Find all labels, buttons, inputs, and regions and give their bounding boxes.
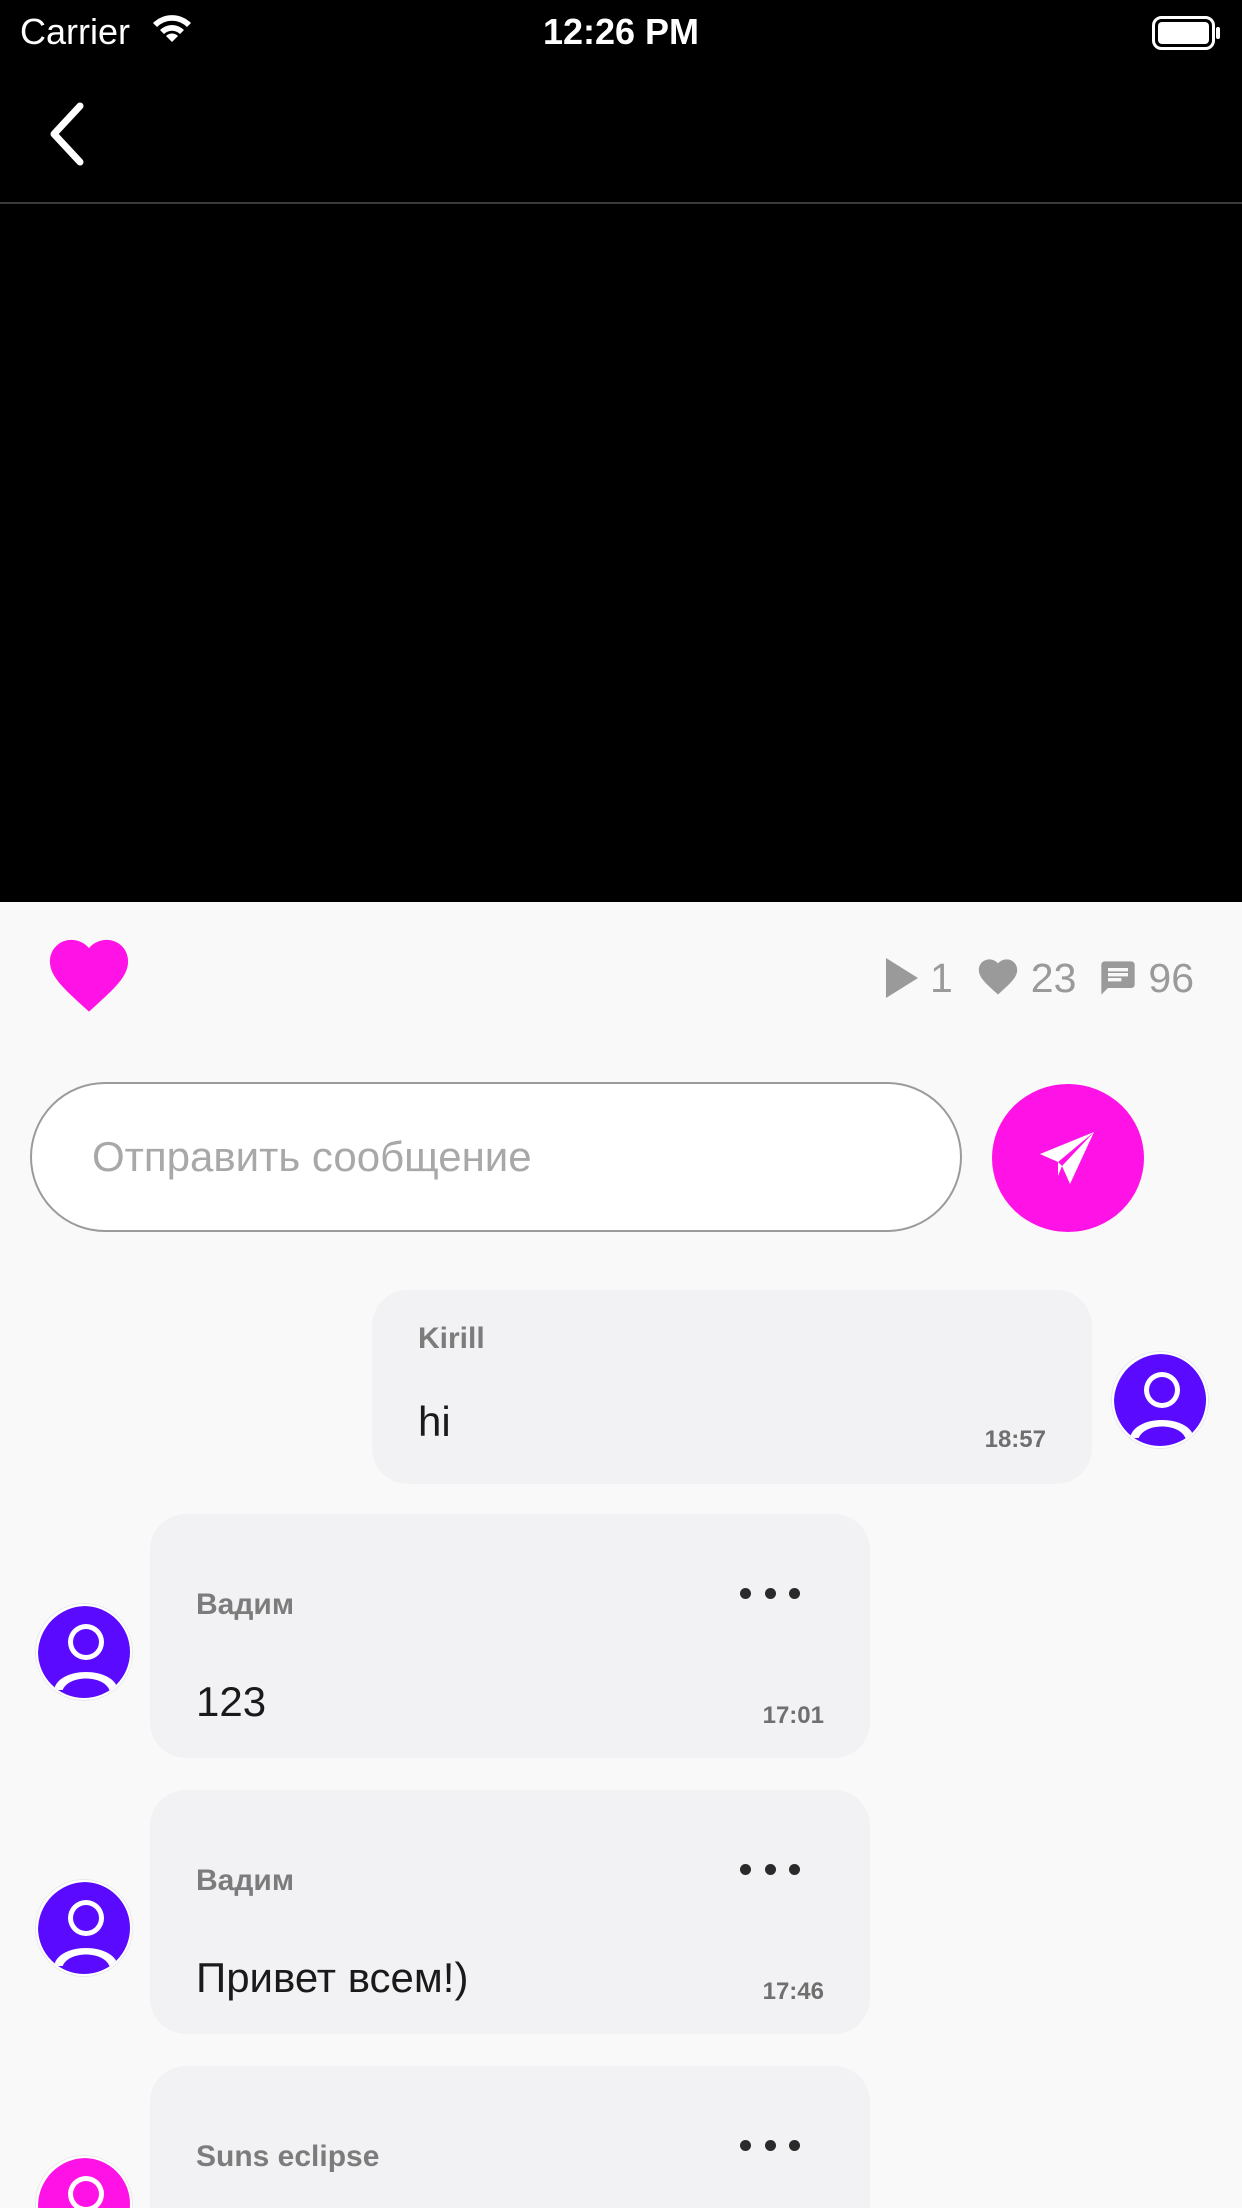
message-time: 17:46	[762, 1978, 824, 2005]
message-text: Привет всем!)	[196, 1954, 469, 2001]
send-button[interactable]	[992, 1084, 1144, 1232]
message-author: Вадим	[196, 1864, 295, 1897]
status-time: 12:26 PM	[542, 11, 700, 52]
message-composer	[30, 1082, 962, 1232]
message-bubble: Вадим Привет всем!) 17:46	[150, 1790, 870, 2034]
ellipsis-icon	[740, 2139, 751, 2151]
message-item: Kirill hi 18:57	[0, 1290, 1242, 1486]
avatar[interactable]	[36, 1880, 132, 1976]
message-text: hi	[418, 1398, 451, 1445]
video-stats: 1 23 96	[884, 950, 1194, 1006]
ellipsis-icon	[740, 1587, 751, 1599]
comments-count: 96	[1148, 954, 1194, 1001]
video-player[interactable]	[0, 204, 1242, 902]
heart-icon	[49, 939, 129, 1012]
plays-stat: 1	[884, 955, 953, 1002]
message-input[interactable]	[92, 1133, 912, 1181]
message-item: Вадим Привет всем!) 17:46	[0, 1790, 1242, 2036]
app-screen: Carrier 12:26 PM 1 23 96 Отправить сообщ…	[0, 0, 1242, 2208]
user-icon	[38, 1606, 130, 1698]
play-icon	[885, 958, 918, 998]
user-icon	[1114, 1354, 1206, 1446]
message-bubble: Вадим 123 17:01	[150, 1514, 870, 1758]
message-author: Kirill	[418, 1322, 485, 1355]
message-bubble: Suns eclipse	[150, 2066, 870, 2208]
back-button[interactable]	[36, 96, 96, 172]
avatar[interactable]	[36, 1604, 132, 1700]
message-bubble: Kirill hi 18:57	[372, 1290, 1092, 1484]
more-options-button[interactable]	[740, 1854, 800, 1884]
more-options-button[interactable]	[740, 1578, 800, 1608]
user-icon	[38, 1882, 130, 1974]
message-item: Вадим 123 17:01	[0, 1514, 1242, 1760]
chevron-left-icon	[50, 102, 84, 166]
avatar[interactable]	[36, 2156, 132, 2208]
likes-stat: 23	[975, 954, 1077, 1002]
avatar[interactable]	[1112, 1352, 1208, 1448]
message-time: 18:57	[984, 1426, 1046, 1453]
more-options-button[interactable]	[740, 2130, 800, 2160]
message-author: Suns eclipse	[196, 2140, 380, 2173]
like-button[interactable]	[42, 936, 136, 1020]
message-item: Suns eclipse	[0, 2066, 1242, 2208]
likes-count: 23	[1030, 954, 1077, 1001]
plays-count: 1	[929, 954, 953, 1001]
comment-icon	[1101, 961, 1136, 995]
comments-stat: 96	[1098, 955, 1194, 1002]
user-icon	[38, 2158, 130, 2208]
message-time: 17:01	[762, 1702, 824, 1729]
paper-plane-icon	[1040, 1132, 1094, 1184]
message-author: Вадим	[196, 1588, 295, 1621]
heart-icon	[978, 959, 1017, 995]
message-text: 123	[196, 1678, 267, 1725]
battery-icon	[1152, 16, 1222, 55]
top-bar: Carrier 12:26 PM	[0, 0, 1242, 204]
ellipsis-icon	[740, 1863, 751, 1875]
